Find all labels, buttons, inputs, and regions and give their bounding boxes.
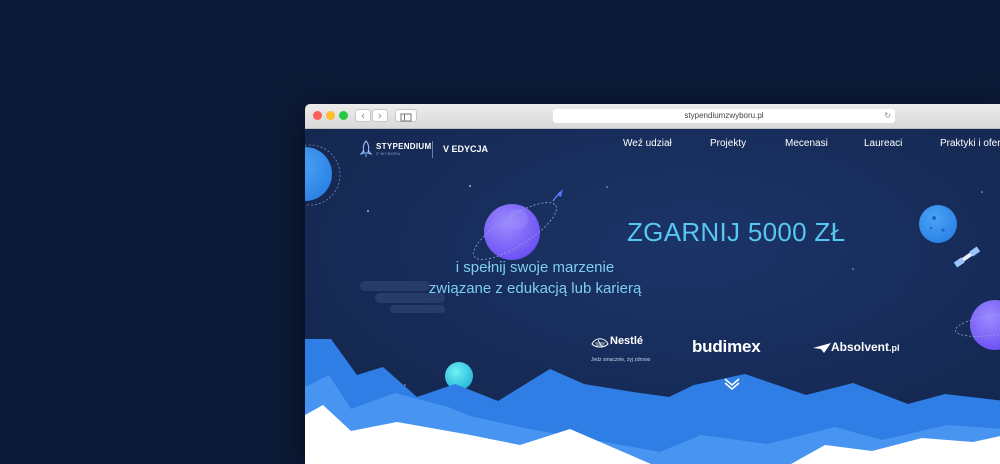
paper-plane-icon (813, 342, 831, 353)
sidebar-toggle-button[interactable] (395, 109, 417, 122)
menu-item-projekty[interactable]: Projekty (710, 138, 746, 149)
url-text: stypendiumzwyboru.pl (684, 111, 764, 120)
website: STYPENDIUM Z WYBORU V EDYCJA Weź udział … (305, 129, 1000, 464)
sponsor-nestle-logo[interactable]: Nestlé Jedz smacznie, żyj zdrowo (591, 335, 657, 363)
hero-subline-1: i spełnij swoje marzenie (455, 259, 615, 276)
menu-item-laureaci[interactable]: Laureaci (864, 138, 902, 149)
nestle-tagline: Jedz smacznie, żyj zdrowo (591, 357, 651, 363)
close-window-button[interactable] (313, 111, 322, 120)
hero-subline-2: związane z edukacją lub karierą (428, 280, 642, 297)
browser-window: ‹ › stypendiumzwyboru.pl ↻ STYPENDIUM Z … (305, 104, 1000, 464)
menu-item-mecenasi[interactable]: Mecenasi (785, 138, 828, 149)
rocket-icon (359, 140, 373, 157)
brand-divider (432, 141, 433, 158)
menu-item-wez-udzial[interactable]: Weź udział (623, 138, 672, 149)
scroll-down-icon[interactable] (723, 377, 741, 391)
nestle-wordmark: Nestlé (610, 335, 644, 347)
brand-subtitle: Z WYBORU (376, 151, 401, 156)
site-logo[interactable]: STYPENDIUM Z WYBORU V EDYCJA (359, 140, 539, 160)
address-bar[interactable]: stypendiumzwyboru.pl ↻ (553, 109, 895, 123)
chevron-left-icon: ‹ (360, 109, 366, 122)
minimize-window-button[interactable] (326, 111, 335, 120)
sponsor-budimex-logo[interactable]: budimex (692, 337, 761, 357)
menu-item-praktyki[interactable]: Praktyki i ofert (940, 138, 1000, 149)
browser-toolbar: ‹ › stypendiumzwyboru.pl ↻ (305, 104, 1000, 129)
brand-name: STYPENDIUM (376, 142, 432, 151)
hero-headline: ZGARNIJ 5000 ZŁ (627, 217, 846, 247)
back-button[interactable]: ‹ (355, 109, 371, 122)
forward-button[interactable]: › (372, 109, 388, 122)
planet-right-blue (919, 205, 957, 243)
zoom-window-button[interactable] (339, 111, 348, 120)
absolvent-wordmark: Absolvent (831, 340, 890, 354)
edition-label: V EDYCJA (443, 144, 489, 154)
chevron-right-icon: › (377, 109, 383, 122)
nestle-nest-icon (591, 338, 609, 348)
reload-icon[interactable]: ↻ (884, 109, 891, 123)
sponsor-absolvent-logo[interactable]: Absolvent.pl (813, 340, 900, 354)
sidebar-icon (400, 113, 412, 122)
absolvent-suffix: .pl (889, 343, 900, 353)
